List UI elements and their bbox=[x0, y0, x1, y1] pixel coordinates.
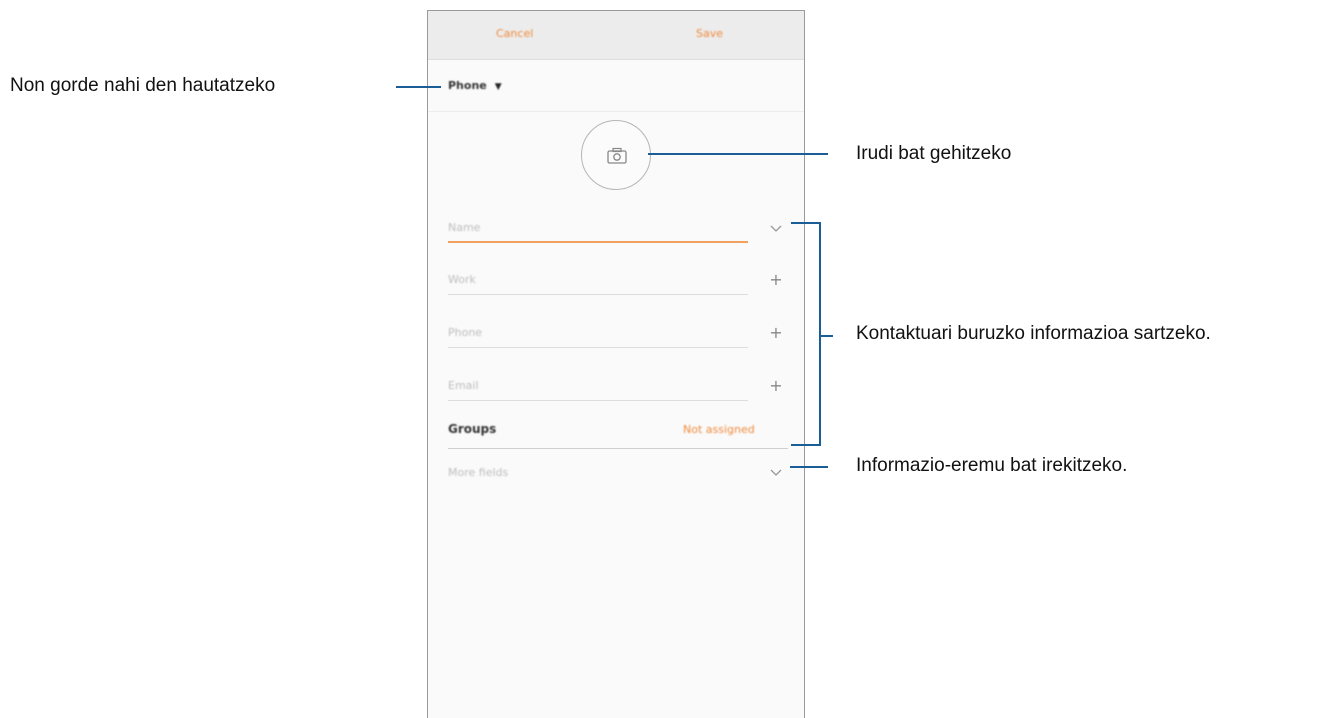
phone-field[interactable]: Phone bbox=[448, 326, 748, 346]
work-field[interactable]: Work bbox=[448, 273, 748, 293]
camera-icon bbox=[607, 147, 627, 164]
email-field-underline bbox=[448, 400, 748, 401]
phone-screen: Cancel Save Phone ▼ Name Work + Phone + E… bbox=[427, 10, 805, 718]
callout-more-fields-text: Informazio-eremu bat irekitzeko. bbox=[856, 455, 1128, 476]
storage-location-label: Phone bbox=[448, 79, 487, 92]
name-field[interactable]: Name bbox=[448, 221, 748, 241]
add-photo-button[interactable] bbox=[581, 120, 651, 190]
plus-icon[interactable]: + bbox=[768, 378, 784, 394]
plus-icon[interactable]: + bbox=[768, 272, 784, 288]
divider bbox=[428, 111, 804, 112]
callout-bracket-bottom bbox=[791, 444, 821, 446]
email-field[interactable]: Email bbox=[448, 379, 748, 399]
chevron-down-icon[interactable] bbox=[768, 464, 784, 480]
callout-storage-text: Non gorde nahi den hautatzeko bbox=[10, 75, 276, 96]
storage-location-selector[interactable]: Phone ▼ bbox=[448, 79, 502, 92]
name-field-underline bbox=[448, 241, 748, 243]
callout-more-fields-line bbox=[790, 466, 828, 468]
groups-underline bbox=[448, 448, 788, 449]
cancel-button[interactable]: Cancel bbox=[496, 27, 533, 40]
phone-field-underline bbox=[448, 347, 748, 348]
callout-image-text: Irudi bat gehitzeko bbox=[856, 143, 1012, 164]
callout-image-line bbox=[648, 153, 828, 155]
groups-label: Groups bbox=[448, 422, 497, 436]
callout-bracket-vertical bbox=[819, 222, 821, 446]
work-field-underline bbox=[448, 294, 748, 295]
groups-value[interactable]: Not assigned bbox=[683, 423, 755, 436]
more-fields-row[interactable]: More fields bbox=[448, 466, 748, 486]
callout-contact-text: Kontaktuari buruzko informazioa sartzeko… bbox=[856, 323, 1211, 344]
dropdown-caret-icon: ▼ bbox=[494, 82, 502, 92]
callout-contact-line bbox=[821, 335, 833, 337]
callout-bracket-top bbox=[791, 222, 821, 224]
callout-storage-line bbox=[396, 86, 441, 88]
chevron-down-icon[interactable] bbox=[768, 220, 784, 236]
plus-icon[interactable]: + bbox=[768, 325, 784, 341]
top-action-bar: Cancel Save bbox=[428, 11, 804, 60]
save-button[interactable]: Save bbox=[696, 27, 723, 40]
